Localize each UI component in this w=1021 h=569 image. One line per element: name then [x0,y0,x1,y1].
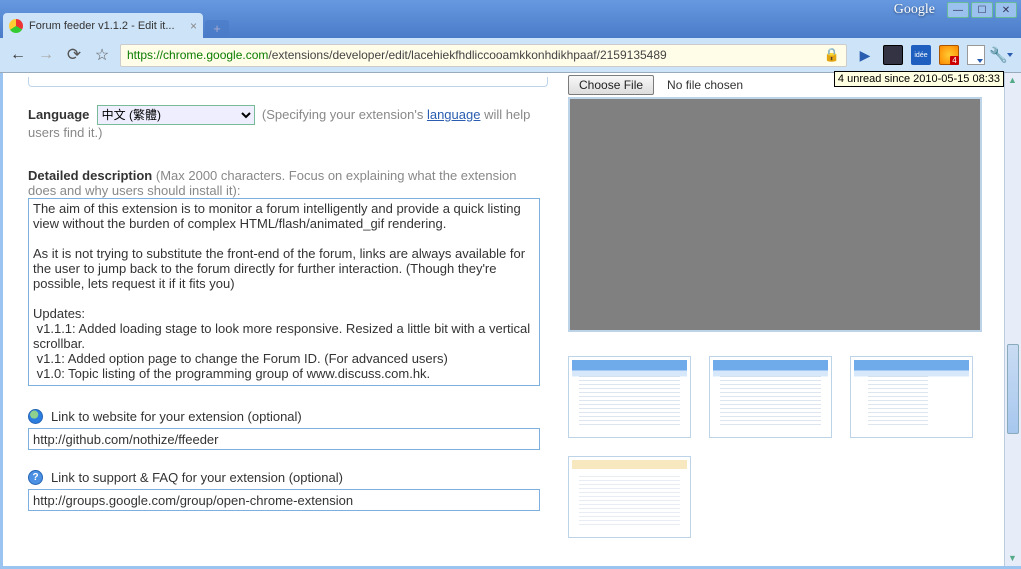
unread-tooltip: 4 unread since 2010-05-15 08:33 [834,71,1004,87]
screenshot-thumbnails [568,356,982,538]
language-help-link[interactable]: language [427,107,481,122]
form-left-column: Language 中文 (繁體) (Specifying your extens… [3,73,548,566]
extension-icon-feeder[interactable] [939,45,959,65]
description-header: Detailed description (Max 2000 character… [28,168,548,198]
language-row: Language 中文 (繁體) (Specifying your extens… [28,105,548,140]
maximize-button[interactable]: ☐ [971,2,993,18]
url-bar[interactable]: https://chrome.google.com/extensions/dev… [120,44,847,67]
url-host: ://chrome.google.com [153,48,268,62]
browser-toolbar: ← → ⟳ ☆ https://chrome.google.com/extens… [0,38,1021,73]
extension-icon-idee[interactable]: idée [911,45,931,65]
support-input[interactable] [28,489,540,511]
url-scheme: https [127,48,153,62]
google-logo: Google [894,2,935,18]
wrench-menu-button[interactable]: 🔧 [993,45,1013,65]
globe-icon [28,409,43,424]
extension-icon-1[interactable] [883,45,903,65]
collapsed-section-bottom [28,77,548,87]
support-row: ? Link to support & FAQ for your extensi… [28,470,548,485]
screenshot-thumb-4[interactable] [568,456,691,538]
close-icon[interactable]: × [190,19,197,33]
page-menu-button[interactable] [967,45,985,65]
support-label: Link to support & FAQ for your extension… [51,470,343,485]
screenshot-preview-large [568,97,982,332]
screenshots-column: 4 unread since 2010-05-15 08:33 Choose F… [548,73,1004,566]
bookmark-star-icon[interactable]: ☆ [92,45,112,65]
website-input[interactable] [28,428,540,450]
browser-titlebar: Forum feeder v1.1.2 - Edit it... × + Goo… [0,0,1021,38]
window-controls: Google — ☐ ✕ [894,2,1017,18]
website-label: Link to website for your extension (opti… [51,409,302,424]
description-label: Detailed description [28,168,152,183]
no-file-label: No file chosen [667,78,743,92]
chrome-icon [9,19,23,33]
language-label: Language [28,107,89,122]
description-textarea[interactable] [28,198,540,386]
language-select[interactable]: 中文 (繁體) [97,105,255,125]
lock-icon: 🔒 [824,47,840,63]
scrollbar-thumb[interactable] [1007,344,1019,434]
reload-button[interactable]: ⟳ [64,45,84,65]
minimize-button[interactable]: — [947,2,969,18]
screenshot-thumb-1[interactable] [568,356,691,438]
screenshot-thumb-2[interactable] [709,356,832,438]
tab-title: Forum feeder v1.1.2 - Edit it... [29,20,186,32]
page-scrollbar[interactable] [1004,73,1021,566]
choose-file-button[interactable]: Choose File [568,75,654,95]
help-icon: ? [28,470,43,485]
go-button[interactable]: ▶ [855,45,875,65]
page-content: Language 中文 (繁體) (Specifying your extens… [0,73,1021,569]
website-row: Link to website for your extension (opti… [28,409,548,424]
screenshot-thumb-3[interactable] [850,356,973,438]
new-tab-button[interactable]: + [205,20,229,38]
browser-tab[interactable]: Forum feeder v1.1.2 - Edit it... × [3,13,203,38]
forward-button[interactable]: → [36,45,56,65]
close-window-button[interactable]: ✕ [995,2,1017,18]
back-button[interactable]: ← [8,45,28,65]
url-path: /extensions/developer/edit/lacehiekfhdli… [268,48,666,62]
